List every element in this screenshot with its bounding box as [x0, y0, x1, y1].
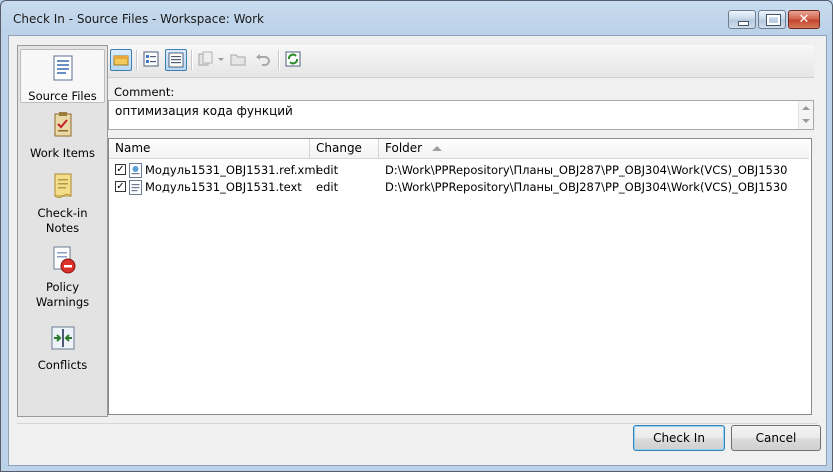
comment-text: оптимизация кода функций: [115, 104, 293, 118]
column-header-change[interactable]: Change: [310, 139, 379, 158]
file-change: edit: [316, 180, 339, 194]
file-name: Модуль1531_OBJ1531.ref.xml: [145, 163, 319, 177]
sort-ascending-icon: [432, 146, 443, 151]
file-name: Модуль1531_OBJ1531.text: [145, 180, 302, 194]
close-button[interactable]: ✕: [788, 10, 820, 29]
undo-button[interactable]: [252, 49, 274, 71]
nav-item-work-items[interactable]: Work Items: [18, 110, 107, 160]
shelve-button[interactable]: [110, 49, 132, 71]
file-row[interactable]: ✓ Модуль1531_OBJ1531.ref.xml edit D:\Wor…: [109, 162, 809, 179]
source-files-list: Name Change Folder ✓ Модуль1531_OBJ1531.…: [108, 138, 812, 415]
details-view-icon: [168, 52, 184, 68]
left-nav: Source Files Work Items Check-in Notes P…: [17, 45, 108, 417]
check-in-button[interactable]: Check In: [633, 425, 725, 451]
cancel-button[interactable]: Cancel: [731, 425, 821, 451]
maximize-button[interactable]: [758, 10, 786, 29]
conflicts-icon: [51, 326, 74, 350]
comment-scrollbar[interactable]: [798, 101, 813, 129]
cancel-label: Cancel: [755, 431, 797, 445]
xml-file-icon: [129, 163, 142, 178]
list-view-button[interactable]: [141, 49, 163, 71]
nav-item-policy-warnings[interactable]: Policy Warnings: [18, 244, 107, 309]
open-folder-icon: [230, 54, 246, 66]
divider: [17, 423, 817, 424]
toolbar: [108, 45, 814, 78]
file-folder: D:\Work\PPRepository\Планы_OBJ287\PP_OBJ…: [385, 180, 788, 194]
scroll-up-icon[interactable]: [802, 106, 810, 110]
file-checkbox[interactable]: ✓: [115, 181, 126, 192]
nav-item-conflicts[interactable]: Conflicts: [18, 322, 107, 372]
minimize-button[interactable]: [728, 10, 756, 29]
file-row[interactable]: ✓ Модуль1531_OBJ1531.text edit D:\Work\P…: [109, 179, 809, 196]
compare-icon: [198, 51, 224, 66]
refresh-icon: [285, 51, 301, 67]
checkin-notes-icon: [54, 173, 71, 198]
close-icon: ✕: [798, 12, 810, 27]
policy-warnings-icon: [53, 246, 75, 274]
nav-label-checkin-notes-2: Notes: [45, 221, 80, 235]
open-folder-button[interactable]: [228, 49, 250, 71]
toolbar-separator: [136, 50, 138, 70]
nav-label-source-files: Source Files: [28, 89, 97, 103]
nav-item-source-files[interactable]: Source Files: [20, 49, 105, 103]
nav-label-policy-warnings-2: Warnings: [35, 295, 90, 309]
nav-label-checkin-notes-1: Check-in: [37, 206, 88, 220]
nav-label-conflicts: Conflicts: [37, 358, 88, 372]
column-header-folder[interactable]: Folder: [379, 139, 809, 158]
text-file-icon: [129, 180, 142, 195]
comment-input[interactable]: оптимизация кода функций: [108, 100, 814, 130]
shelve-icon: [113, 55, 129, 66]
file-checkbox[interactable]: ✓: [115, 164, 126, 175]
comment-label: Comment:: [114, 85, 175, 99]
title-bar: Check In - Source Files - Workspace: Wor…: [1, 1, 832, 35]
dialog-client: Source Files Work Items Check-in Notes P…: [8, 35, 827, 466]
nav-label-policy-warnings-1: Policy: [45, 280, 80, 294]
list-header: Name Change Folder: [109, 139, 809, 159]
nav-label-work-items: Work Items: [30, 146, 95, 160]
window-title: Check In - Source Files - Workspace: Wor…: [13, 12, 264, 26]
toolbar-separator: [191, 50, 193, 70]
compare-button[interactable]: [196, 49, 226, 71]
list-view-icon: [143, 51, 159, 67]
column-header-name[interactable]: Name: [109, 139, 310, 158]
undo-icon: [256, 54, 270, 66]
refresh-button[interactable]: [283, 49, 305, 71]
toolbar-separator: [278, 50, 280, 70]
work-items-icon: [54, 112, 71, 137]
file-folder: D:\Work\PPRepository\Планы_OBJ287\PP_OBJ…: [385, 163, 788, 177]
source-files-icon: [53, 55, 72, 81]
file-change: edit: [316, 163, 339, 177]
check-in-label: Check In: [653, 431, 705, 445]
scroll-down-icon[interactable]: [802, 119, 810, 123]
details-view-button[interactable]: [165, 49, 187, 71]
check-in-window: Check In - Source Files - Workspace: Wor…: [0, 0, 833, 472]
nav-item-checkin-notes[interactable]: Check-in Notes: [18, 170, 107, 235]
